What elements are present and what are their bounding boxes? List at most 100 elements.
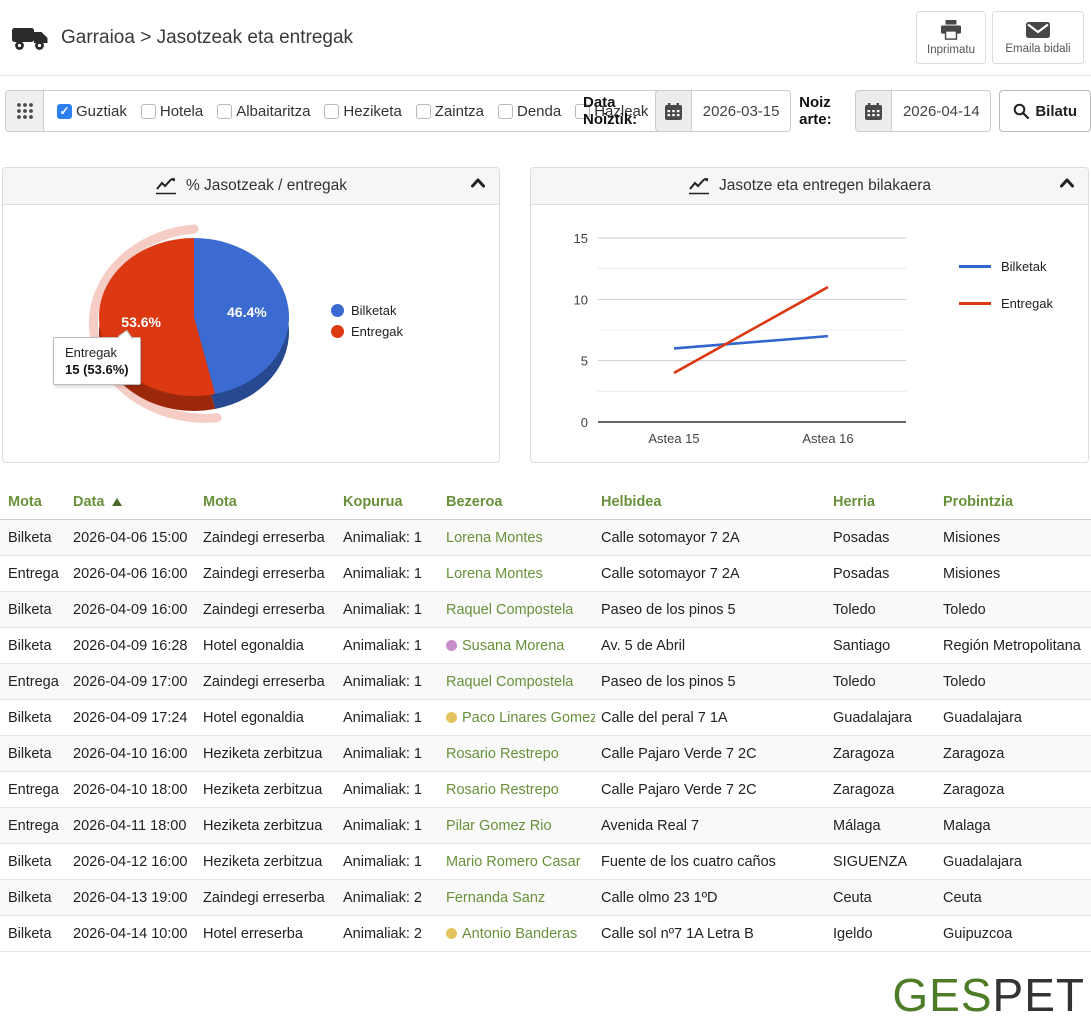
- customer-link[interactable]: Mario Romero Casar: [446, 854, 581, 870]
- cell: Bilketa: [0, 627, 67, 664]
- customer-link[interactable]: Lorena Montes: [446, 530, 543, 546]
- date-to-input[interactable]: [891, 90, 992, 132]
- customer-link[interactable]: Pilar Gomez Rio: [446, 818, 552, 834]
- customer-link[interactable]: Lorena Montes: [446, 566, 543, 582]
- table-row[interactable]: Entrega 2026-04-06 16:00 Zaindegi erreserb…: [0, 555, 1091, 592]
- chart-line-icon: [155, 177, 177, 195]
- cell: Calle sotomayor 7 2A: [595, 519, 827, 556]
- cell: Zaindegi erreserba: [197, 591, 337, 628]
- sort-asc-icon: [112, 498, 123, 506]
- checkbox-unchecked-icon[interactable]: [140, 103, 156, 119]
- cell: Toledo: [937, 591, 1091, 628]
- column-header-mota-2[interactable]: Mota: [197, 487, 337, 520]
- svg-text:10: 10: [574, 292, 588, 307]
- filter-checkbox-albaitaritza[interactable]: Albaitaritza: [217, 103, 310, 120]
- pie-panel-title: % Jasotzeak / entregak: [185, 177, 348, 194]
- search-button[interactable]: Bilatu: [999, 90, 1091, 132]
- line-chart[interactable]: 0 5 10 15 Astea 15 Astea 16: [531, 205, 1088, 463]
- column-header-mota-0[interactable]: Mota: [0, 487, 67, 520]
- cell: Posadas: [827, 519, 937, 556]
- grid-icon: [16, 102, 34, 120]
- table-row[interactable]: Entrega 2026-04-11 18:00 Heziketa zerbitzu…: [0, 807, 1091, 844]
- column-header-bezeroa-4[interactable]: Bezeroa: [440, 487, 595, 520]
- cell: Fuente de los cuatro caños: [595, 843, 827, 880]
- table-row[interactable]: Bilketa 2026-04-09 16:28 Hotel egonaldia An…: [0, 627, 1091, 664]
- table-row[interactable]: Bilketa 2026-04-09 17:24 Hotel egonaldia An…: [0, 699, 1091, 736]
- table-row[interactable]: Bilketa 2026-04-14 10:00 Hotel erreserba An…: [0, 915, 1091, 952]
- filter-checkbox-denda[interactable]: Denda: [497, 103, 561, 120]
- customer-cell: Lorena Montes: [440, 555, 595, 592]
- table-row[interactable]: Bilketa 2026-04-06 15:00 Zaindegi erreserb…: [0, 519, 1091, 556]
- checkbox-unchecked-icon[interactable]: [497, 103, 513, 119]
- customer-link[interactable]: Fernanda Sanz: [446, 890, 545, 906]
- printer-icon: [940, 19, 962, 40]
- customer-link[interactable]: Rosario Restrepo: [446, 746, 559, 762]
- cell: Zaragoza: [937, 771, 1091, 808]
- table-row[interactable]: Bilketa 2026-04-12 16:00 Heziketa zerbitzu…: [0, 843, 1091, 880]
- filter-checkbox-zaintza[interactable]: Zaintza: [415, 103, 484, 120]
- cell: Heziketa zerbitzua: [197, 843, 337, 880]
- pie-panel-header: % Jasotzeak / entregak: [3, 168, 499, 205]
- column-header-probintzia-7[interactable]: Probintzia: [937, 487, 1091, 520]
- customer-link[interactable]: Antonio Banderas: [462, 926, 577, 942]
- cell: Málaga: [827, 807, 937, 844]
- table-row[interactable]: Bilketa 2026-04-13 19:00 Zaindegi erreserb…: [0, 879, 1091, 916]
- line-legend: Bilketak Entregak: [959, 259, 1053, 311]
- column-header-kopurua-3[interactable]: Kopurua: [337, 487, 440, 520]
- cell: Animaliak: 2: [337, 879, 440, 916]
- chevron-up-icon[interactable]: [1059, 177, 1075, 189]
- table-row[interactable]: Bilketa 2026-04-09 16:00 Zaindegi erreserb…: [0, 591, 1091, 628]
- cell: Zaindegi erreserba: [197, 519, 337, 556]
- cell: Bilketa: [0, 699, 67, 736]
- date-to-calendar-button[interactable]: [855, 90, 892, 132]
- date-from-calendar-button[interactable]: [655, 90, 692, 132]
- cell: 2026-04-11 18:00: [67, 807, 197, 844]
- filter-checkbox-hotela[interactable]: Hotela: [140, 102, 204, 120]
- cell: Toledo: [937, 663, 1091, 700]
- customer-link[interactable]: Raquel Compostela: [446, 602, 573, 618]
- table-row[interactable]: Entrega 2026-04-09 17:00 Zaindegi erreserb…: [0, 663, 1091, 700]
- customer-link[interactable]: Paco Linares Gomez: [462, 710, 595, 726]
- filter-checkbox-heziketa[interactable]: Heziketa: [324, 103, 402, 120]
- column-header-data-1[interactable]: Data: [67, 487, 197, 520]
- cell: Guadalajara: [937, 699, 1091, 736]
- cell: Ceuta: [827, 879, 937, 916]
- cell: Entrega: [0, 771, 67, 808]
- cell: Misiones: [937, 555, 1091, 592]
- filter-checkbox-guztiak[interactable]: ✓ Guztiak: [57, 103, 127, 120]
- filter-checkbox-label: Albaitaritza: [236, 102, 311, 120]
- customer-cell: Paco Linares Gomez: [440, 699, 595, 736]
- cell: Animaliak: 1: [337, 843, 440, 880]
- filter-checkbox-label: Hotela: [159, 102, 204, 120]
- cell: Santiago: [827, 627, 937, 664]
- table-row[interactable]: Entrega 2026-04-10 18:00 Heziketa zerbitzu…: [0, 771, 1091, 808]
- customer-link[interactable]: Susana Morena: [462, 638, 564, 654]
- customer-link[interactable]: Rosario Restrepo: [446, 782, 559, 798]
- print-button[interactable]: Inprimatu: [916, 11, 986, 64]
- cell: Bilketa: [0, 735, 67, 772]
- cell: Animaliak: 1: [337, 699, 440, 736]
- calendar-icon: [665, 102, 683, 120]
- customer-link[interactable]: Raquel Compostela: [446, 674, 573, 690]
- column-header-helbidea-5[interactable]: Helbidea: [595, 487, 827, 520]
- checkbox-checked-icon[interactable]: ✓: [57, 103, 72, 119]
- chevron-up-icon[interactable]: [470, 177, 486, 189]
- checkbox-unchecked-icon[interactable]: [415, 103, 431, 119]
- cell: Hotel egonaldia: [197, 627, 337, 664]
- customer-cell: Pilar Gomez Rio: [440, 807, 595, 844]
- pie-chart[interactable]: 46.4% 53.6%: [3, 205, 499, 463]
- checkbox-unchecked-icon[interactable]: [217, 103, 233, 119]
- email-button[interactable]: Emaila bidali: [992, 11, 1084, 64]
- table-row[interactable]: Bilketa 2026-04-10 16:00 Heziketa zerbitzu…: [0, 735, 1091, 772]
- legend-swatch: [331, 304, 344, 317]
- cell: Zaindegi erreserba: [197, 663, 337, 700]
- tooltip-series: Entregak: [65, 345, 118, 360]
- cell: 2026-04-14 10:00: [67, 915, 197, 952]
- checkbox-unchecked-icon[interactable]: [324, 103, 340, 119]
- svg-text:53.6%: 53.6%: [121, 314, 161, 330]
- date-from-input[interactable]: [691, 90, 792, 132]
- cell: Calle sotomayor 7 2A: [595, 555, 827, 592]
- column-header-herria-6[interactable]: Herria: [827, 487, 937, 520]
- svg-text:Astea 16: Astea 16: [802, 431, 853, 446]
- grid-menu-button[interactable]: [6, 91, 44, 131]
